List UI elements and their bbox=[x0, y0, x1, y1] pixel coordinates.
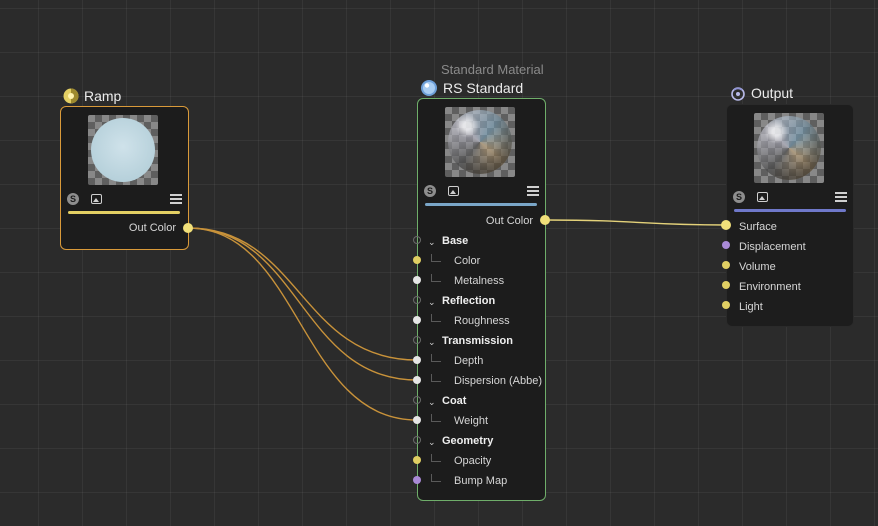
rs-preview-sphere bbox=[448, 110, 512, 174]
chevron-down-icon[interactable]: ⌄ bbox=[428, 397, 436, 408]
ramp-preview-thumbnail bbox=[88, 115, 158, 185]
port-depth[interactable] bbox=[413, 356, 421, 364]
group-base[interactable]: Base bbox=[442, 235, 468, 247]
tree-connector bbox=[431, 374, 441, 382]
port-light-label: Light bbox=[739, 301, 763, 313]
shader-s-icon[interactable]: S bbox=[733, 191, 745, 203]
tree-connector bbox=[431, 454, 441, 462]
output-node-title[interactable]: Output bbox=[730, 85, 793, 101]
image-preview-icon[interactable] bbox=[448, 186, 459, 196]
group-coat-port[interactable] bbox=[413, 396, 421, 404]
ramp-out-color-label: Out Color bbox=[128, 222, 176, 234]
port-color-label: Color bbox=[454, 255, 481, 267]
tree-connector bbox=[431, 274, 441, 282]
rs-preview-thumbnail bbox=[445, 107, 515, 177]
group-reflection[interactable]: Reflection bbox=[442, 295, 495, 307]
ramp-icon bbox=[63, 88, 79, 104]
port-displacement[interactable] bbox=[722, 241, 730, 249]
group-transmission[interactable]: Transmission bbox=[442, 335, 513, 347]
menu-icon[interactable] bbox=[527, 186, 539, 196]
port-color[interactable] bbox=[413, 256, 421, 264]
output-node[interactable]: S Surface Displacement Volume Environmen… bbox=[726, 104, 854, 327]
shader-s-icon[interactable]: S bbox=[424, 185, 436, 197]
menu-icon[interactable] bbox=[835, 192, 847, 202]
image-preview-icon[interactable] bbox=[757, 192, 768, 202]
port-weight[interactable] bbox=[413, 416, 421, 424]
ramp-out-color-port[interactable] bbox=[183, 223, 193, 233]
ramp-preview-sphere bbox=[91, 118, 155, 182]
wire-ramp-to-dispersion[interactable] bbox=[187, 227, 418, 381]
group-coat[interactable]: Coat bbox=[442, 395, 466, 407]
shader-s-icon[interactable]: S bbox=[67, 193, 79, 205]
tree-connector bbox=[431, 414, 441, 422]
rs-standard-node[interactable]: S Out Color ⌄ Base Color Metalness ⌄ Ref… bbox=[417, 98, 546, 501]
wire-rs-to-output-surface[interactable] bbox=[545, 219, 727, 226]
port-opacity[interactable] bbox=[413, 456, 421, 464]
rs-node-subtitle: Standard Material bbox=[441, 62, 544, 77]
port-dispersion[interactable] bbox=[413, 376, 421, 384]
port-dispersion-label: Dispersion (Abbe) bbox=[454, 375, 543, 387]
material-sphere-icon bbox=[421, 80, 437, 96]
port-roughness[interactable] bbox=[413, 316, 421, 324]
port-displacement-label: Displacement bbox=[739, 241, 806, 253]
group-reflection-port[interactable] bbox=[413, 296, 421, 304]
output-title-label: Output bbox=[751, 85, 794, 101]
image-preview-icon[interactable] bbox=[91, 194, 102, 204]
port-opacity-label: Opacity bbox=[454, 455, 492, 467]
port-surface[interactable] bbox=[721, 220, 731, 230]
rs-out-color-port[interactable] bbox=[540, 215, 550, 225]
ramp-color-bar bbox=[68, 211, 180, 214]
chevron-down-icon[interactable]: ⌄ bbox=[428, 337, 436, 348]
chevron-down-icon[interactable]: ⌄ bbox=[428, 297, 436, 308]
output-preview-sphere bbox=[757, 116, 821, 180]
port-roughness-label: Roughness bbox=[454, 315, 510, 327]
tree-connector bbox=[431, 314, 441, 322]
port-depth-label: Depth bbox=[454, 355, 484, 367]
tree-connector bbox=[431, 354, 441, 362]
rs-color-bar bbox=[425, 203, 537, 206]
group-geometry-port[interactable] bbox=[413, 436, 421, 444]
output-color-bar bbox=[734, 209, 846, 212]
port-environment-label: Environment bbox=[739, 281, 801, 293]
rs-title-label: RS Standard bbox=[443, 80, 524, 96]
rs-node-title[interactable]: RS Standard bbox=[420, 79, 523, 97]
wire-ramp-to-weight[interactable] bbox=[187, 227, 418, 421]
menu-icon[interactable] bbox=[170, 194, 182, 204]
rs-out-color-label: Out Color bbox=[485, 215, 533, 227]
chevron-down-icon[interactable]: ⌄ bbox=[428, 437, 436, 448]
port-environment[interactable] bbox=[722, 281, 730, 289]
port-metalness[interactable] bbox=[413, 276, 421, 284]
output-icon bbox=[731, 87, 745, 101]
group-transmission-port[interactable] bbox=[413, 336, 421, 344]
port-bump-map-label: Bump Map bbox=[454, 475, 508, 487]
tree-connector bbox=[431, 474, 441, 482]
port-bump-map[interactable] bbox=[413, 476, 421, 484]
tree-connector bbox=[431, 254, 441, 262]
wire-ramp-to-depth[interactable] bbox=[187, 227, 418, 361]
group-geometry[interactable]: Geometry bbox=[442, 435, 493, 447]
port-weight-label: Weight bbox=[454, 415, 489, 427]
port-volume-label: Volume bbox=[739, 261, 776, 273]
ramp-node[interactable]: S Out Color bbox=[60, 106, 189, 250]
ramp-node-title[interactable]: Ramp bbox=[63, 88, 121, 104]
port-light[interactable] bbox=[722, 301, 730, 309]
group-base-port[interactable] bbox=[413, 236, 421, 244]
ramp-title-label: Ramp bbox=[84, 88, 122, 104]
port-surface-label: Surface bbox=[739, 221, 777, 233]
port-metalness-label: Metalness bbox=[454, 275, 505, 287]
output-preview-thumbnail bbox=[754, 113, 824, 183]
port-volume[interactable] bbox=[722, 261, 730, 269]
chevron-down-icon[interactable]: ⌄ bbox=[428, 237, 436, 248]
